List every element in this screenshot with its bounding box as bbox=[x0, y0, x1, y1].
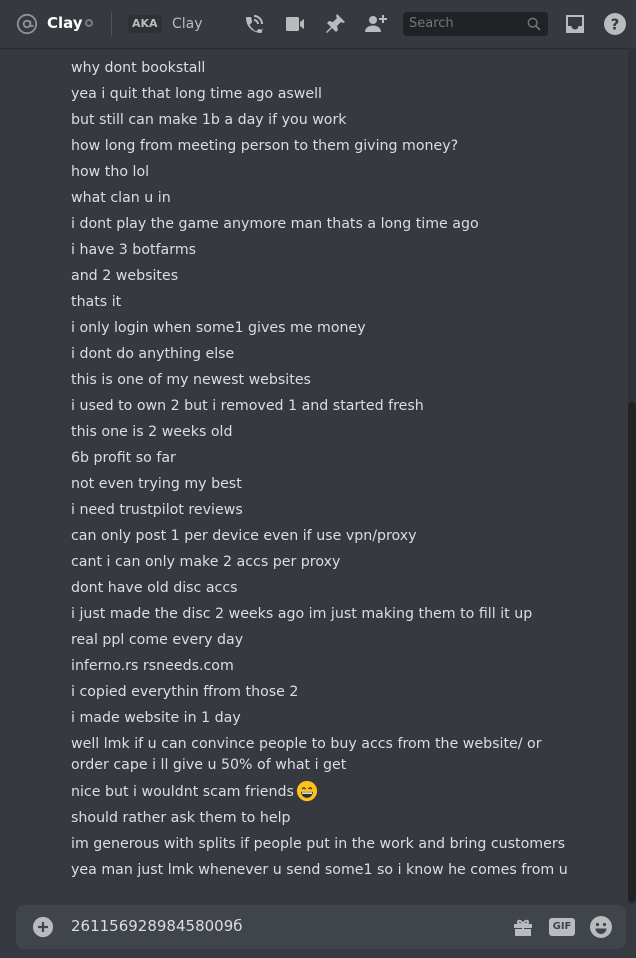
aka-name: Clay bbox=[172, 16, 203, 32]
emoji-icon[interactable] bbox=[589, 915, 613, 939]
aka-badge: AKA bbox=[128, 15, 162, 33]
message: i dont play the game anymore man thats a… bbox=[71, 216, 479, 232]
inbox-icon[interactable] bbox=[563, 12, 587, 36]
header-divider bbox=[111, 12, 112, 36]
message: i have 3 botfarms bbox=[71, 242, 197, 258]
message: how long from meeting person to them giv… bbox=[71, 138, 459, 154]
message: should rather ask them to help bbox=[71, 810, 291, 826]
message: inferno.rs rsneeds.com bbox=[71, 658, 234, 674]
message: i just made the disc 2 weeks ago im just… bbox=[71, 606, 533, 622]
help-icon[interactable]: ? bbox=[603, 12, 627, 36]
search-input[interactable]: Search bbox=[403, 12, 548, 36]
message: this is one of my newest websites bbox=[71, 372, 311, 388]
channel-name: Clay bbox=[47, 14, 83, 32]
message: why dont bookstall bbox=[71, 60, 206, 76]
message: i only login when some1 gives me money bbox=[71, 320, 366, 336]
svg-text:?: ? bbox=[611, 16, 620, 34]
message: not even trying my best bbox=[71, 476, 242, 492]
message: i made website in 1 day bbox=[71, 710, 241, 726]
pin-icon[interactable] bbox=[323, 12, 347, 36]
message: thats it bbox=[71, 294, 122, 310]
at-icon bbox=[16, 13, 38, 35]
message: i used to own 2 but i removed 1 and star… bbox=[71, 398, 424, 414]
grinning-emoji-icon bbox=[296, 780, 317, 802]
search-icon bbox=[527, 17, 541, 31]
message-with-emoji: nice but i wouldnt scam friends bbox=[71, 780, 318, 803]
scrollbar-thumb[interactable] bbox=[628, 402, 636, 902]
message: real ppl come every day bbox=[71, 632, 244, 648]
message: cant i can only make 2 accs per proxy bbox=[71, 554, 341, 570]
message: im generous with splits if people put in… bbox=[71, 836, 566, 852]
message-composer[interactable]: 26115692898458009б GIF bbox=[16, 905, 626, 949]
video-icon[interactable] bbox=[283, 12, 307, 36]
message: i need trustpilot reviews bbox=[71, 502, 243, 518]
call-icon[interactable] bbox=[243, 12, 267, 36]
message: and 2 websites bbox=[71, 268, 179, 284]
message: but still can make 1b a day if you work bbox=[71, 112, 347, 128]
status-idle-icon bbox=[85, 19, 93, 27]
message: i dont do anything else bbox=[71, 346, 235, 362]
message-text: nice but i wouldnt scam friends bbox=[71, 784, 294, 800]
message: can only post 1 per device even if use v… bbox=[71, 528, 417, 544]
gif-icon[interactable]: GIF bbox=[549, 918, 575, 936]
message: what clan u in bbox=[71, 190, 171, 206]
message: well lmk if u can convince people to buy… bbox=[71, 736, 542, 773]
search-placeholder: Search bbox=[409, 16, 454, 31]
message: i copied everythin ffrom those 2 bbox=[71, 684, 299, 700]
add-attachment-icon[interactable] bbox=[32, 916, 54, 938]
message: dont have old disc accs bbox=[71, 580, 238, 596]
channel-header: Clay AKA Clay Search ? bbox=[0, 0, 636, 48]
gift-icon[interactable] bbox=[511, 915, 535, 939]
message: how tho lol bbox=[71, 164, 150, 180]
message: yea i quit that long time ago aswell bbox=[71, 86, 322, 102]
add-member-icon[interactable] bbox=[363, 12, 387, 36]
message: this one is 2 weeks old bbox=[71, 424, 233, 440]
message: yea man just lmk whenever u send some1 s… bbox=[71, 862, 568, 878]
message-input[interactable]: 26115692898458009б bbox=[71, 917, 243, 935]
message: 6b profit so far bbox=[71, 450, 176, 466]
